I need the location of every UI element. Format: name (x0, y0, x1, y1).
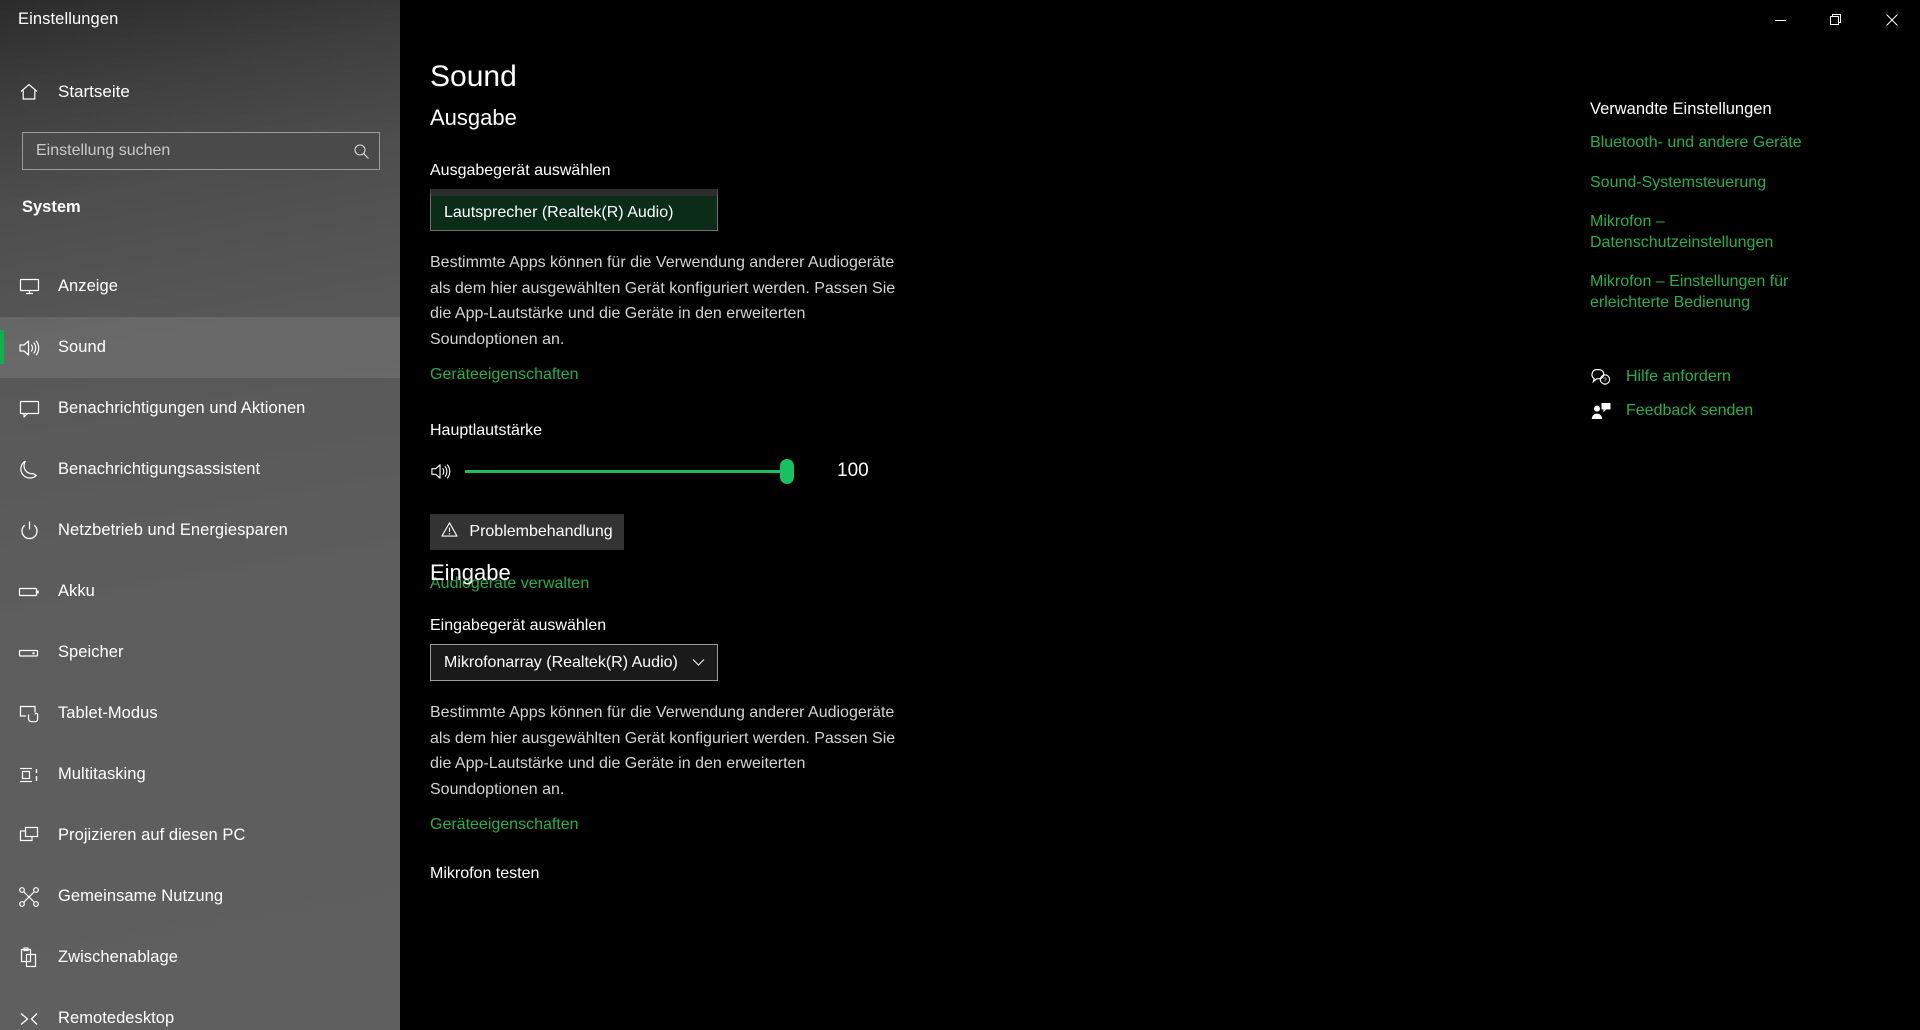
input-device-label: Eingabegerät auswählen (430, 617, 607, 634)
microphone-test-label: Mikrofon testen (430, 865, 540, 882)
related-link-microphone-accessibility[interactable]: Mikrofon – Einstellungen für erleichtert… (1590, 272, 1820, 313)
master-volume-row: 100 (430, 456, 900, 486)
volume-speaker-icon[interactable] (430, 461, 460, 482)
input-device-value: Mikrofonarray (Realtek(R) Audio) (444, 653, 678, 671)
main-content: Sound Ausgabe Ausgabegerät auswählen Lau… (400, 0, 1920, 1030)
sidebar-item-benachrichtigungen-und-aktionen[interactable]: Benachrichtigungen und Aktionen (0, 378, 400, 439)
help-chat-icon: ? (1590, 368, 1612, 386)
search-box[interactable] (22, 132, 380, 170)
speaker-icon (0, 337, 58, 359)
sidebar-item-netzbetrieb-und-energiesparen[interactable]: Netzbetrieb und Energiesparen (0, 500, 400, 561)
sidebar-item-multitasking[interactable]: Multitasking (0, 744, 400, 805)
warning-triangle-icon (441, 521, 459, 543)
window-controls (1752, 0, 1920, 40)
send-feedback-item[interactable]: Feedback senden (1590, 394, 1890, 428)
search-input[interactable] (23, 133, 343, 169)
notification-icon (0, 398, 58, 419)
sidebar-item-label: Speicher (58, 643, 124, 661)
home-label: Startseite (58, 82, 130, 101)
get-help-label: Hilfe anfordern (1626, 368, 1731, 385)
settings-window: Einstellungen Startseite Einstellung suc… (0, 0, 1920, 1030)
svg-text:?: ? (1603, 377, 1607, 384)
get-help-item[interactable]: ? Hilfe anfordern (1590, 360, 1890, 394)
minimize-button[interactable] (1752, 0, 1808, 40)
restore-button[interactable] (1808, 0, 1864, 40)
help-panel: ? Hilfe anfordern Feedback senden (1590, 360, 1890, 428)
feedback-person-icon (1590, 402, 1612, 420)
sidebar-item-projizieren-auf-diesen-pc[interactable]: Projizieren auf diesen PC (0, 805, 400, 866)
sidebar-item-anzeige[interactable]: Anzeige (0, 256, 400, 317)
output-device-select[interactable]: Lautsprecher (Realtek(R) Audio) (430, 189, 718, 231)
project-icon (0, 825, 58, 847)
power-icon (0, 520, 58, 541)
tablet-icon (0, 703, 58, 725)
search-icon[interactable] (343, 143, 379, 160)
sidebar-item-label: Projizieren auf diesen PC (58, 826, 246, 844)
chevron-down-icon (692, 658, 717, 667)
sidebar-item-remotedesktop[interactable]: Remotedesktop (0, 988, 400, 1030)
sidebar-item-label: Tablet-Modus (58, 704, 158, 722)
input-description: Bestimmte Apps können für die Verwendung… (430, 704, 896, 798)
sidebar-item-label: Akku (58, 582, 95, 600)
related-link-sound-control-panel[interactable]: Sound-Systemsteuerung (1590, 173, 1820, 194)
output-section: Ausgabe Ausgabegerät auswählen Lautsprec… (430, 105, 900, 593)
master-volume-label: Hauptlautstärke (430, 422, 543, 439)
sidebar-item-benachrichtigungsassistent[interactable]: Benachrichtigungsassistent (0, 439, 400, 500)
sidebar-item-akku[interactable]: Akku (0, 561, 400, 622)
close-button[interactable] (1864, 0, 1920, 40)
home-icon (0, 82, 58, 102)
output-device-label: Ausgabegerät auswählen (430, 162, 611, 179)
related-settings-title: Verwandte Einstellungen (1590, 100, 1772, 118)
sidebar-item-label: Benachrichtigungsassistent (58, 460, 261, 478)
input-section: Eingabe Eingabegerät auswählen Mikrofona… (430, 560, 900, 883)
master-volume-slider[interactable] (465, 456, 794, 486)
sidebar-item-home[interactable]: Startseite (0, 68, 400, 116)
sidebar-item-sound[interactable]: Sound (0, 317, 400, 378)
sidebar-item-speicher[interactable]: Speicher (0, 622, 400, 683)
moon-icon (0, 459, 58, 480)
sidebar: Startseite System (0, 0, 400, 1030)
output-heading: Ausgabe (430, 105, 517, 130)
sidebar-item-label: Sound (58, 338, 106, 356)
input-device-properties-link[interactable]: Geräteeigenschaften (430, 816, 579, 834)
battery-icon (0, 581, 58, 603)
sidebar-group-label: System (22, 198, 81, 216)
master-volume-value: 100 (837, 460, 869, 481)
remote-desktop-icon (0, 1008, 58, 1030)
sidebar-item-label: Gemeinsame Nutzung (58, 887, 224, 905)
sidebar-item-tablet-modus[interactable]: Tablet-Modus (0, 683, 400, 744)
output-description: Bestimmte Apps können für die Verwendung… (430, 254, 896, 348)
page-title: Sound (430, 60, 517, 93)
sidebar-nav-list: Anzeige Sound Benachrichtigungen und Akt… (0, 256, 400, 1030)
share-icon (0, 886, 58, 908)
related-link-microphone-privacy[interactable]: Mikrofon – Datenschutzeinstellungen (1590, 212, 1820, 253)
output-device-value: Lautsprecher (Realtek(R) Audio) (444, 204, 674, 221)
sidebar-item-label: Netzbetrieb und Energiesparen (58, 521, 288, 539)
sidebar-item-label: Zwischenablage (58, 948, 178, 966)
sidebar-item-gemeinsame-nutzung[interactable]: Gemeinsame Nutzung (0, 866, 400, 927)
clipboard-icon (0, 946, 58, 969)
related-settings-panel: Verwandte Einstellungen Bluetooth- und a… (1590, 100, 1890, 332)
monitor-icon (0, 276, 58, 297)
send-feedback-label: Feedback senden (1626, 402, 1754, 419)
slider-fill (465, 470, 787, 473)
output-device-properties-link[interactable]: Geräteeigenschaften (430, 366, 579, 384)
sidebar-item-label: Multitasking (58, 765, 146, 783)
input-device-select[interactable]: Mikrofonarray (Realtek(R) Audio) (430, 644, 718, 681)
multitasking-icon (0, 764, 58, 786)
sidebar-item-label: Anzeige (58, 277, 118, 295)
troubleshoot-button[interactable]: Problembehandlung (430, 514, 624, 550)
sidebar-item-label: Remotedesktop (58, 1009, 175, 1027)
slider-thumb[interactable] (780, 459, 794, 484)
sidebar-item-label: Benachrichtigungen und Aktionen (58, 399, 306, 417)
storage-icon (0, 642, 58, 664)
sidebar-item-zwischenablage[interactable]: Zwischenablage (0, 927, 400, 988)
troubleshoot-button-label: Problembehandlung (469, 523, 613, 540)
related-link-bluetooth[interactable]: Bluetooth- und andere Geräte (1590, 133, 1820, 154)
input-heading: Eingabe (430, 560, 511, 585)
